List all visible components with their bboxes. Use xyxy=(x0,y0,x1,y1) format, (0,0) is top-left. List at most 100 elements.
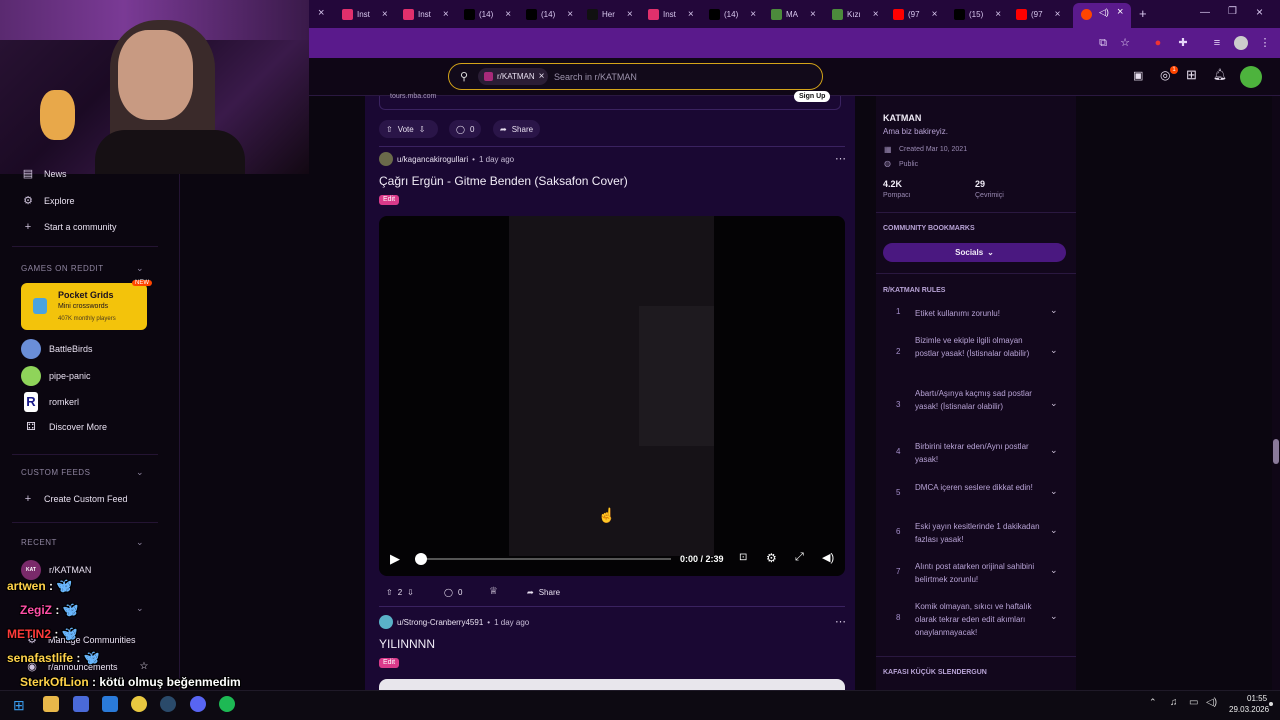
post2-flair[interactable]: Edit xyxy=(379,658,400,668)
close-tab-icon[interactable]: × xyxy=(932,9,938,20)
award-icon[interactable]: ♕ xyxy=(489,586,498,597)
discord-icon[interactable] xyxy=(190,696,206,712)
browser-tab[interactable]: Her × xyxy=(587,4,633,24)
active-tab[interactable]: ◁) × xyxy=(1073,3,1131,28)
media-icon[interactable]: ≡ xyxy=(1210,36,1224,50)
speaker-icon[interactable]: ◁) xyxy=(1206,697,1217,708)
chat-icon[interactable]: ◎ xyxy=(1160,68,1170,82)
post2-title[interactable]: YILINNNN xyxy=(379,637,435,651)
extensions-puzzle-icon[interactable]: ✚ xyxy=(1176,36,1190,50)
socials-button[interactable]: Socials ⌄ xyxy=(883,243,1066,262)
nav-start-community[interactable]: + Start a community xyxy=(22,221,117,233)
chevron-down-icon[interactable]: ⌄ xyxy=(136,467,144,478)
game-battlebirds[interactable]: BattleBirds xyxy=(21,339,93,359)
chevron-down-icon[interactable]: ⌄ xyxy=(136,603,144,614)
post2-image-preview[interactable] xyxy=(379,679,845,690)
chevron-down-icon[interactable]: ⌄ xyxy=(1050,305,1058,316)
chevron-down-icon[interactable]: ⌄ xyxy=(136,263,144,274)
settings-gear-icon[interactable]: ⚙ xyxy=(766,551,777,565)
post2-author[interactable]: u/Strong-Cranberry4591 xyxy=(397,618,483,627)
notification-bell-icon[interactable]: 🔔︎ xyxy=(1213,68,1227,81)
user-avatar[interactable] xyxy=(1240,66,1262,88)
browser-tab[interactable]: (14) × xyxy=(709,4,756,24)
ad-domain[interactable]: tours.mba.com xyxy=(390,93,436,100)
browser-tab[interactable]: Kızı × xyxy=(832,4,879,24)
volume-icon[interactable]: ◀) xyxy=(822,551,834,564)
ad-comments-button[interactable]: ◯ 0 xyxy=(449,120,482,138)
close-tab-icon[interactable]: × xyxy=(873,9,879,20)
post1-flair[interactable]: Edit xyxy=(379,195,400,205)
close-tab-icon[interactable]: × xyxy=(995,9,1001,20)
downvote-icon[interactable]: ⇩ xyxy=(407,588,414,597)
remove-chip-icon[interactable]: × xyxy=(539,71,545,82)
advertise-icon[interactable]: ▣ xyxy=(1133,69,1143,82)
post1-share-button[interactable]: ➦ Share xyxy=(520,583,567,601)
nav-explore[interactable]: ⚙ Explore xyxy=(22,194,74,207)
create-post-icon[interactable]: ⊞ xyxy=(1186,67,1197,83)
menu-icon[interactable]: ⋮ xyxy=(1258,36,1272,50)
windows-start-icon[interactable]: ⊞ xyxy=(13,697,25,714)
downvote-icon[interactable]: ⇩ xyxy=(419,125,426,134)
chevron-down-icon[interactable]: ⌄ xyxy=(1050,525,1058,536)
close-tab-icon[interactable]: × xyxy=(810,9,816,20)
tray-chevron-icon[interactable]: ⌃ xyxy=(1149,697,1157,708)
close-tab-icon[interactable]: × xyxy=(627,9,633,20)
discover-more[interactable]: ⚃ Discover More xyxy=(21,420,107,433)
outlook-icon[interactable] xyxy=(102,696,118,712)
close-tab-icon[interactable]: × xyxy=(505,9,511,20)
browser-tab[interactable]: Inst × xyxy=(342,4,388,24)
clock-date[interactable]: 29.03.2026 xyxy=(1229,705,1269,714)
browser-tab[interactable]: (14) × xyxy=(526,4,573,24)
spotify-icon[interactable] xyxy=(219,696,235,712)
recent-header[interactable]: RECENT xyxy=(21,538,57,547)
steam-icon[interactable] xyxy=(160,696,176,712)
screen-cast-icon[interactable]: ⧉ xyxy=(1096,36,1110,50)
favorite-star-icon[interactable]: ☆ xyxy=(140,661,149,672)
notification-dot[interactable] xyxy=(1269,702,1273,706)
chevron-down-icon[interactable]: ⌄ xyxy=(1050,486,1058,497)
close-tab-icon[interactable]: × xyxy=(1055,9,1061,20)
subreddit-filter-chip[interactable]: r/KATMAN × xyxy=(478,68,548,85)
author-avatar[interactable] xyxy=(379,152,393,166)
chevron-down-icon[interactable]: ⌄ xyxy=(136,537,144,548)
maximize-icon[interactable]: ❐ xyxy=(1228,6,1237,17)
upvote-icon[interactable]: ⇧ xyxy=(386,588,393,597)
browser-tab[interactable]: (14) × xyxy=(464,4,511,24)
chrome-icon[interactable] xyxy=(131,696,147,712)
profile-avatar[interactable] xyxy=(1234,36,1248,50)
page-scrollbar[interactable] xyxy=(1272,96,1280,690)
create-custom-feed[interactable]: + Create Custom Feed xyxy=(22,493,128,505)
video-progress-track[interactable] xyxy=(421,558,671,560)
post1-title[interactable]: Çağrı Ergün - Gitme Benden (Saksafon Cov… xyxy=(379,174,628,188)
search-input[interactable]: Search in r/KATMAN xyxy=(554,72,637,82)
clock-time[interactable]: 01:55 xyxy=(1247,694,1267,703)
game-romkerl[interactable]: Rromkerl xyxy=(21,392,79,412)
chevron-down-icon[interactable]: ⌄ xyxy=(1050,398,1058,409)
ad-signup-button[interactable]: Sign Up xyxy=(794,91,831,102)
scrollbar-thumb[interactable] xyxy=(1273,439,1279,464)
browser-tab[interactable]: (15) × xyxy=(954,4,1001,24)
browser-tab[interactable]: (97 × xyxy=(1016,4,1060,24)
browser-tab[interactable]: (97 × xyxy=(893,4,937,24)
close-tab-icon[interactable]: × xyxy=(443,9,449,20)
bookmark-star-icon[interactable]: ☆ xyxy=(1118,36,1132,50)
browser-tab[interactable]: Inst × xyxy=(648,4,694,24)
games-header[interactable]: GAMES ON REDDIT xyxy=(21,264,104,273)
browser-tab[interactable]: MA × xyxy=(771,4,816,24)
new-tab-button[interactable]: + xyxy=(1139,6,1147,21)
extension-icon[interactable]: ● xyxy=(1151,36,1165,50)
post1-comments-button[interactable]: ◯ 0 xyxy=(437,583,469,601)
file-explorer-icon[interactable] xyxy=(43,696,59,712)
post1-author[interactable]: u/kagancakirogullari xyxy=(397,155,468,164)
video-scrubber-handle[interactable] xyxy=(415,553,427,565)
post1-vote-pill[interactable]: ⇧ 2 ⇩ xyxy=(379,583,421,601)
ad-vote-pill[interactable]: ⇧ Vote ⇩ xyxy=(379,120,438,138)
recent-katman[interactable]: KAT r/KATMAN xyxy=(21,560,91,580)
close-tab-icon[interactable]: × xyxy=(382,9,388,20)
audio-icon[interactable]: ◁) xyxy=(1099,7,1109,18)
more-options-icon[interactable]: ⋯ xyxy=(835,615,846,628)
close-tab-icon[interactable]: × xyxy=(688,9,694,20)
pocket-grids-card[interactable]: Pocket Grids Mini crosswords 407K monthl… xyxy=(21,280,152,330)
author-avatar[interactable] xyxy=(379,615,393,629)
more-options-icon[interactable]: ⋯ xyxy=(835,152,846,165)
